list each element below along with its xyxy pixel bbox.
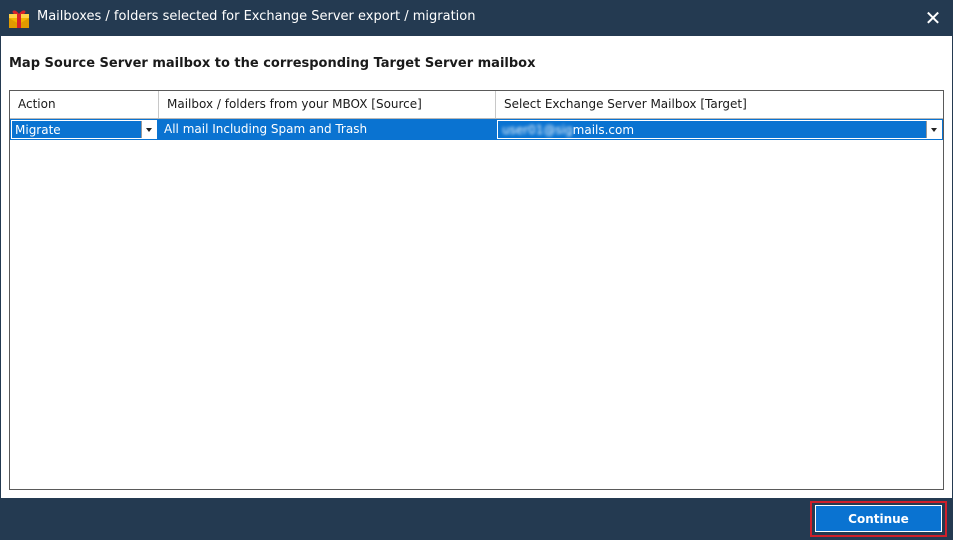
action-value: Migrate	[15, 123, 61, 137]
source-folder-cell: All mail Including Spam and Trash	[164, 122, 368, 136]
instruction-heading: Map Source Server mailbox to the corresp…	[9, 56, 536, 71]
chevron-down-icon[interactable]	[926, 121, 941, 138]
footer-bar: Continue	[0, 498, 953, 540]
mail-gift-icon	[9, 10, 29, 28]
dialog-window: Mailboxes / folders selected for Exchang…	[0, 0, 953, 540]
target-mailbox-dropdown[interactable]: user01@sigmails.com	[497, 120, 942, 139]
target-mailbox-value: mails.com	[572, 123, 635, 137]
window-title: Mailboxes / folders selected for Exchang…	[37, 9, 476, 24]
chevron-down-icon[interactable]	[141, 121, 156, 138]
title-bar: Mailboxes / folders selected for Exchang…	[0, 0, 953, 36]
close-icon[interactable]: ✕	[919, 4, 947, 32]
grid-header: Action Mailbox / folders from your MBOX …	[10, 91, 943, 119]
column-header-action[interactable]: Action	[10, 91, 159, 118]
content-panel: Map Source Server mailbox to the corresp…	[1, 36, 952, 498]
table-row[interactable]: Migrate All mail Including Spam and Tras…	[10, 119, 943, 140]
continue-button[interactable]: Continue	[815, 505, 942, 532]
column-header-source[interactable]: Mailbox / folders from your MBOX [Source…	[159, 91, 496, 118]
action-dropdown[interactable]: Migrate	[11, 120, 157, 139]
column-header-target[interactable]: Select Exchange Server Mailbox [Target]	[496, 91, 943, 118]
target-mailbox-redacted: user01@sig	[502, 123, 573, 137]
mapping-grid: Action Mailbox / folders from your MBOX …	[9, 90, 944, 490]
